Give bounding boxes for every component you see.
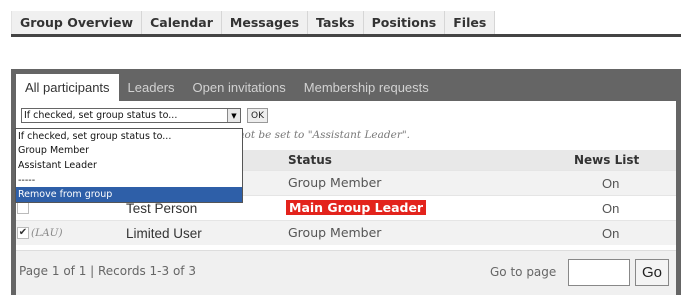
tab-open-invitations[interactable]: Open invitations	[184, 74, 295, 101]
table-row: ✔ (LAU) Limited User Group Member On	[16, 220, 676, 245]
dropdown-option-group-member[interactable]: Group Member	[16, 144, 242, 159]
group-status-dropdown: If checked, set group status to... Group…	[15, 128, 243, 203]
dropdown-option-separator: -----	[18, 174, 36, 186]
participant-tag: (LAU)	[31, 227, 63, 239]
row-checkbox[interactable]	[17, 202, 29, 214]
chevron-down-icon[interactable]: ▼	[227, 109, 240, 122]
news-list-status: On	[602, 176, 620, 191]
row-checkbox-checked[interactable]: ✔	[17, 227, 29, 239]
tab-leaders[interactable]: Leaders	[119, 74, 184, 101]
participant-status: Group Member	[288, 175, 382, 190]
bulk-action-row: If checked, set group status to... ▼ OK	[21, 108, 268, 123]
dropdown-option-remove-from-group[interactable]: Remove from group	[16, 187, 242, 202]
tab-all-participants[interactable]: All participants	[16, 74, 119, 101]
leader-status-badge: Main Group Leader	[286, 200, 427, 215]
top-tab-bar: Group Overview Calendar Messages Tasks P…	[11, 11, 681, 37]
go-button[interactable]: Go	[635, 259, 669, 286]
news-list-status: On	[602, 226, 620, 241]
tab-membership-requests[interactable]: Membership requests	[295, 74, 438, 101]
news-list-status: On	[602, 201, 620, 216]
participant-name[interactable]: Test Person	[126, 201, 197, 216]
pagination-footer: Page 1 of 1 | Records 1-3 of 3 Go to pag…	[16, 250, 676, 295]
participant-tab-bar: All participants Leaders Open invitation…	[11, 74, 438, 101]
column-header-status: Status	[288, 153, 332, 167]
status-note: nnot be set to "Assistant Leader".	[231, 129, 411, 141]
dropdown-option-assistant-leader[interactable]: Assistant Leader	[16, 158, 242, 173]
participant-name[interactable]: Limited User	[126, 226, 202, 241]
participant-status: Group Member	[288, 225, 382, 240]
page-info: Page 1 of 1 | Records 1-3 of 3	[19, 264, 196, 278]
tab-files[interactable]: Files	[445, 11, 496, 34]
tab-group-overview[interactable]: Group Overview	[11, 11, 143, 34]
tab-calendar[interactable]: Calendar	[142, 11, 222, 34]
tab-positions[interactable]: Positions	[363, 11, 446, 34]
column-header-news-list: News List	[574, 153, 640, 167]
group-status-select-value: If checked, set group status to...	[24, 110, 178, 121]
ok-button[interactable]: OK	[247, 108, 268, 123]
goto-page-label: Go to page	[490, 265, 557, 279]
goto-page-input[interactable]	[568, 259, 630, 286]
group-status-select[interactable]: If checked, set group status to... ▼	[21, 108, 241, 123]
dropdown-option-default[interactable]: If checked, set group status to...	[16, 129, 242, 144]
tab-tasks[interactable]: Tasks	[308, 11, 364, 34]
tab-messages[interactable]: Messages	[221, 11, 309, 34]
